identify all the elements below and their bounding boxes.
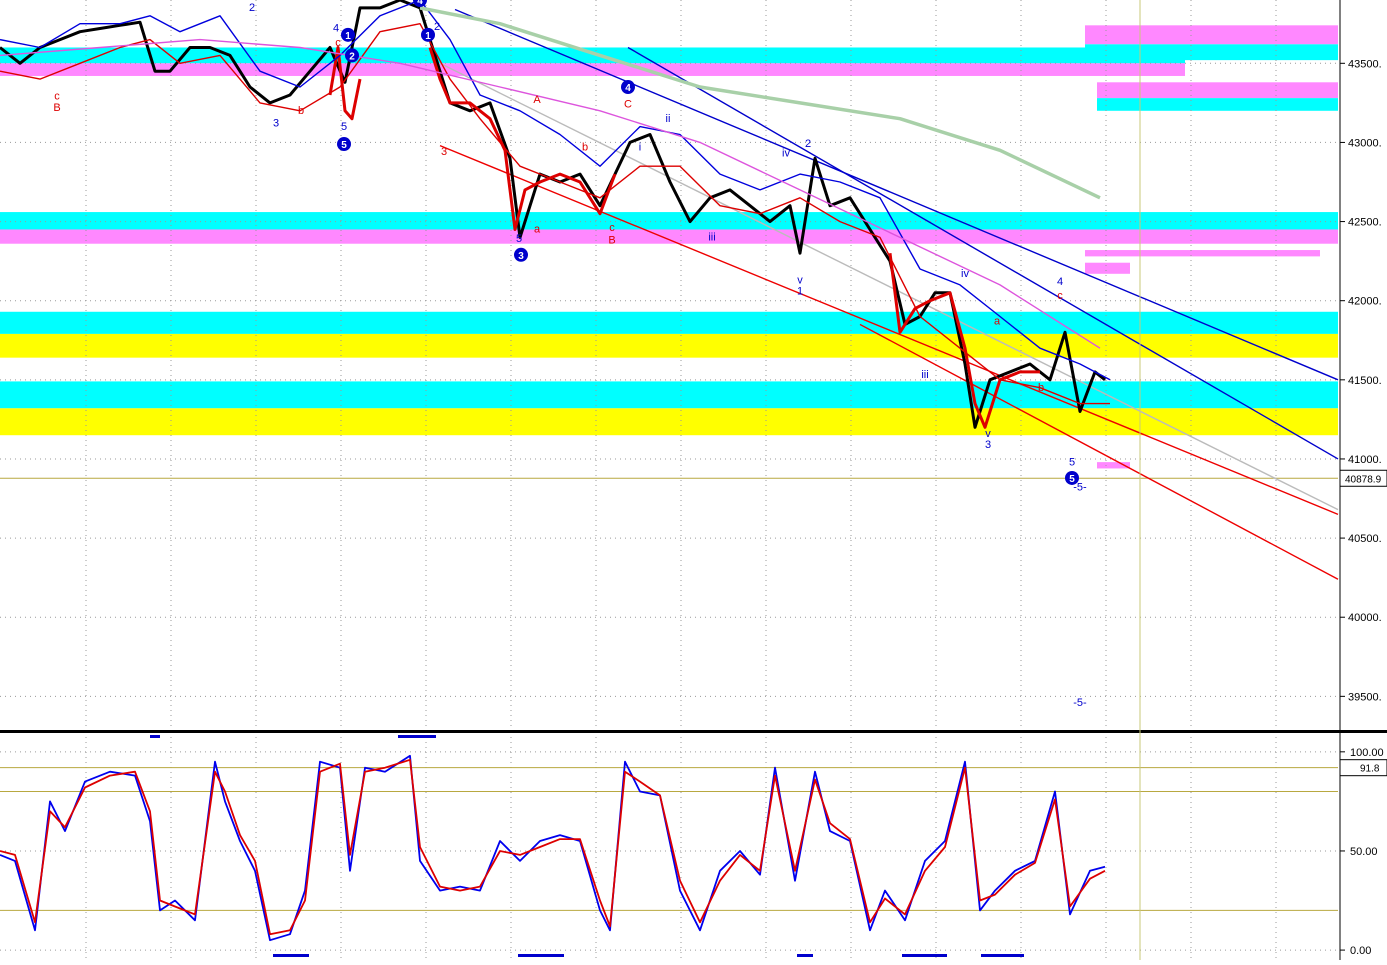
wave-label-29: 3: [985, 439, 991, 451]
series-line-ma-green-7: [419, 6, 1101, 200]
tick-label-osc-1: 50.00: [1350, 846, 1378, 858]
tick-label-main-0: 39500.: [1348, 691, 1382, 703]
wave-label-2: 4: [333, 23, 339, 35]
wave-label-21: 2: [805, 138, 811, 150]
wave-label-24: iii: [921, 369, 928, 381]
wave-label-8: 2: [434, 21, 440, 33]
zone-band-9: [1085, 262, 1130, 274]
zone-band-11: [0, 333, 1338, 358]
osc-marker-bottom-1: [518, 954, 564, 957]
zone-band-2: [1085, 25, 1338, 45]
trendline-4: [439, 62, 1339, 511]
zone-band-10: [0, 311, 1338, 334]
tick-label-main-6: 42500.: [1348, 217, 1382, 229]
chart-root: c B 4 c 2 3 b 5 2 3 A Cii i b 5 a c Biii iv 2 v 1 iii iv a b v 3 4 c 5…: [0, 0, 1387, 960]
wave-label-30: 4: [1057, 276, 1063, 288]
wave-label-1: B: [53, 102, 60, 114]
osc-marker-bottom-3: [902, 954, 947, 957]
trendline-3: [859, 323, 1339, 580]
zone-band-8: [1085, 250, 1320, 257]
zone-band-3: [1085, 44, 1338, 61]
wave-label-34: -5-: [1073, 697, 1087, 709]
zone-band-5: [1097, 98, 1338, 111]
wave-label-7: 5: [341, 121, 347, 133]
wave-circle-label-4: 1: [425, 31, 431, 42]
wave-circle-label-6: 3: [518, 251, 524, 262]
wave-circle-label-1: 2: [349, 51, 355, 62]
wave-label-27: b: [1038, 382, 1044, 394]
wave-label-20: iv: [782, 148, 790, 160]
wave-label-12: ii: [666, 113, 671, 125]
zone-band-1: [0, 63, 1185, 76]
wave-label-10: A: [533, 94, 541, 106]
tick-label-osc-2: 100.00: [1350, 747, 1384, 759]
wave-label-16: a: [534, 224, 541, 236]
wave-label-14: b: [582, 141, 588, 153]
elliott-wave-chart: cB4c23b523A Ciiib5a cB iiiiv2v1iiiivabv34c5…: [0, 0, 1387, 960]
tick-label-main-1: 40000.: [1348, 612, 1382, 624]
osc-marker-bottom-2: [797, 954, 813, 957]
wave-label-23: 1: [797, 285, 803, 297]
last-price-tag: 40878.9: [1345, 474, 1382, 485]
tick-label-main-3: 41000.: [1348, 454, 1382, 466]
wave-label-6: b: [298, 105, 304, 117]
wave-label-26: a: [994, 315, 1001, 327]
wave-label-3: c: [335, 37, 341, 49]
tick-label-main-8: 43500.: [1348, 58, 1382, 70]
tick-label-main-5: 42000.: [1348, 296, 1382, 308]
osc-marker-top-0: [150, 735, 160, 738]
wave-label-32: 5: [1069, 456, 1075, 468]
tick-label-main-2: 40500.: [1348, 533, 1382, 545]
wave-label-15: 5: [516, 233, 522, 245]
wave-circle-label-0: 1: [345, 31, 351, 42]
wave-label-4: 2: [249, 2, 255, 14]
osc-last-value-tag: 91.8: [1360, 764, 1380, 775]
series-line-ma-magenta-6: [0, 38, 1101, 349]
wave-circle-label-3: 4: [417, 0, 423, 7]
wave-circle-label-2: 5: [341, 140, 347, 151]
panel-separator: [0, 730, 1387, 733]
wave-label-5: 3: [273, 118, 279, 130]
zone-band-4: [1097, 82, 1338, 99]
osc-marker-bottom-4: [981, 954, 1024, 957]
wave-label-11: C: [624, 99, 632, 111]
wave-label-17: c: [609, 222, 615, 234]
osc-marker-bottom-0: [273, 954, 309, 957]
wave-circle-label-5: 4: [625, 83, 631, 94]
zone-band-7: [0, 229, 1338, 244]
wave-label-13: i: [639, 141, 641, 153]
wave-label-18: B: [608, 235, 615, 247]
wave-label-9: 3: [441, 146, 447, 158]
wave-circle-label-7: 5: [1069, 474, 1075, 485]
zone-band-6: [0, 212, 1338, 230]
tick-label-main-4: 41500.: [1348, 375, 1382, 387]
zone-band-12: [0, 381, 1338, 409]
osc-marker-top-1: [398, 735, 436, 738]
wave-label-19: iii: [708, 232, 715, 244]
wave-label-25: iv: [961, 268, 969, 280]
tick-label-main-7: 43000.: [1348, 137, 1382, 149]
osc-series-line-0: [0, 754, 1106, 942]
tick-label-osc-0: 0.00: [1350, 945, 1371, 957]
wave-label-31: c: [1057, 290, 1063, 302]
